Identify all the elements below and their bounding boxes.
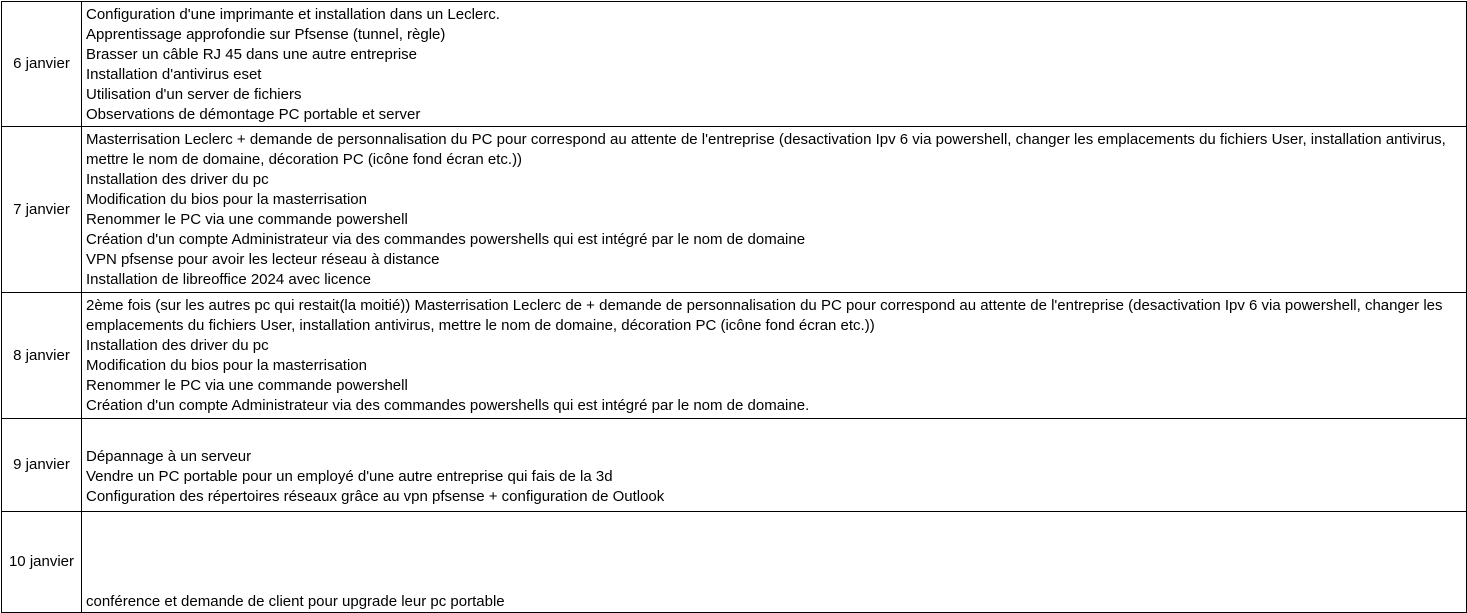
date-cell: 6 janvier: [1, 1, 82, 127]
task-line: conférence et demande de client pour upg…: [86, 593, 505, 610]
task-line: 2ème fois (sur les autres pc qui restait…: [86, 297, 1443, 334]
table-row: 10 janvier conférence et demande de clie…: [1, 511, 1467, 613]
task-line: Apprentissage approfondie sur Pfsense (t…: [86, 26, 446, 43]
task-line: Modification du bios pour la masterrisat…: [86, 191, 367, 208]
date-cell: 10 janvier: [1, 511, 82, 613]
table-row: 9 janvier Dépannage à un serveur Vendre …: [1, 418, 1467, 512]
date-cell: 9 janvier: [1, 418, 82, 512]
task-line: Configuration des répertoires réseaux gr…: [86, 488, 665, 505]
task-line: Installation d'antivirus eset: [86, 66, 262, 83]
task-line: Dépannage à un serveur: [86, 448, 252, 465]
task-line: Installation des driver du pc: [86, 337, 269, 354]
task-line: Brasser un câble RJ 45 dans une autre en…: [86, 46, 418, 63]
table-row: 8 janvier 2ème fois (sur les autres pc q…: [1, 292, 1467, 419]
task-line: Renommer le PC via une commande powershe…: [86, 377, 408, 394]
tasks-cell: Masterrisation Leclerc + demande de pers…: [81, 126, 1467, 293]
task-line: Vendre un PC portable pour un employé d'…: [86, 468, 613, 485]
task-line: Masterrisation Leclerc + demande de pers…: [86, 131, 1446, 168]
task-line: Création d'un compte Administrateur via …: [86, 231, 806, 248]
task-line: Observations de démontage PC portable et…: [86, 106, 421, 123]
table-row: 6 janvier Configuration d'une imprimante…: [1, 1, 1467, 127]
tasks-cell: Dépannage à un serveur Vendre un PC port…: [81, 418, 1467, 512]
task-line: Configuration d'une imprimante et instal…: [86, 6, 500, 23]
task-line: Modification du bios pour la masterrisat…: [86, 357, 367, 374]
task-line: Installation des driver du pc: [86, 171, 269, 188]
date-cell: 7 janvier: [1, 126, 82, 293]
internship-log-table: 6 janvier Configuration d'une imprimante…: [1, 1, 1467, 613]
tasks-cell: conférence et demande de client pour upg…: [81, 511, 1467, 613]
date-cell: 8 janvier: [1, 292, 82, 419]
task-line: Création d'un compte Administrateur via …: [86, 397, 810, 414]
tasks-cell: Configuration d'une imprimante et instal…: [81, 1, 1467, 127]
task-line: Renommer le PC via une commande powershe…: [86, 211, 408, 228]
tasks-cell: 2ème fois (sur les autres pc qui restait…: [81, 292, 1467, 419]
table-row: 7 janvier Masterrisation Leclerc + deman…: [1, 126, 1467, 293]
task-line: Installation de libreoffice 2024 avec li…: [86, 271, 371, 288]
task-line: VPN pfsense pour avoir les lecteur résea…: [86, 251, 440, 268]
task-line: Utilisation d'un server de fichiers: [86, 86, 302, 103]
